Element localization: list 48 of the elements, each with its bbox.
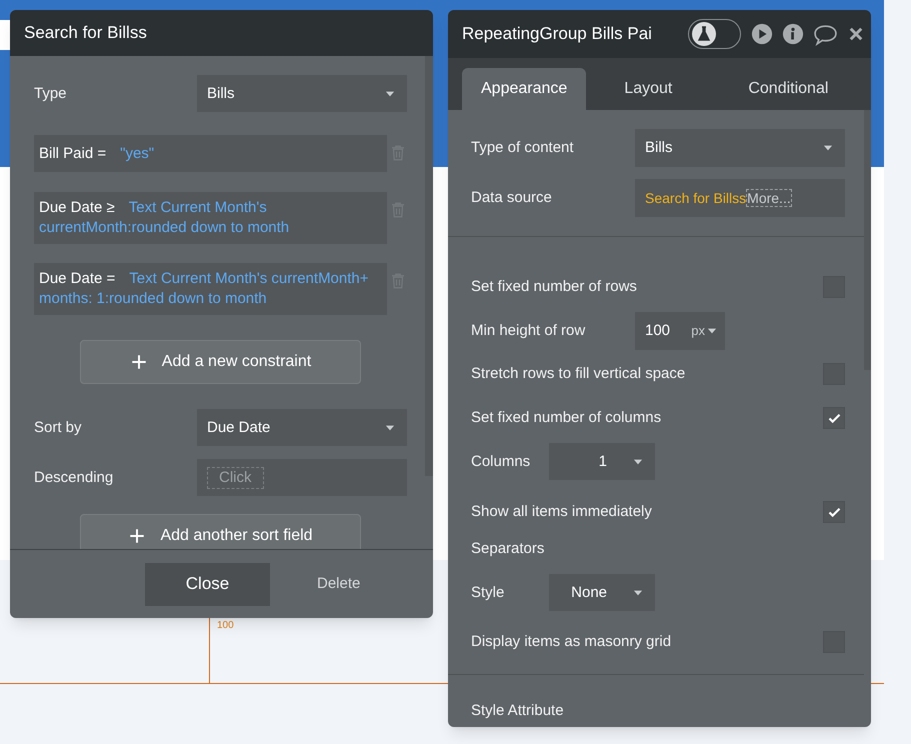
checkbox[interactable] (823, 407, 845, 429)
field-label: Display items as masonry grid (471, 632, 672, 652)
unit-dropdown[interactable]: px (691, 321, 719, 341)
field-label: Set fixed number of rows (471, 277, 637, 297)
plus-icon (130, 353, 148, 371)
delete-button[interactable]: Delete (317, 574, 360, 594)
constraint-field[interactable]: Due Date ≥ Text Current Month's currentMonth:rounded down to month (34, 192, 387, 244)
dropdown[interactable]: 1 (549, 443, 655, 480)
panel-title: RepeatingGroup Bills Pai (462, 24, 653, 44)
field-label: Min height of row (471, 321, 586, 341)
field-label: Columns (471, 452, 532, 472)
plus-icon (128, 527, 146, 545)
value-text: 100 (217, 620, 234, 632)
field-label: Show all items immediately (471, 502, 652, 522)
section-title: Style Attribute (471, 701, 565, 721)
tab[interactable]: Conditional (710, 68, 866, 110)
tab[interactable]: Layout (586, 68, 710, 110)
play-icon[interactable] (751, 23, 773, 45)
tab[interactable]: Appearance (462, 68, 586, 110)
number-field[interactable]: 100 px (635, 312, 725, 350)
field-label: Type of content (471, 138, 575, 158)
scrollbar[interactable] (864, 110, 871, 370)
constraint-field[interactable]: Due Date = Text Current Month's currentMonth+ months: 1:rounded down to month (34, 263, 387, 315)
checkbox[interactable] (823, 501, 845, 523)
add-button[interactable]: Add a new constraint (80, 340, 361, 384)
constraint-field[interactable]: Bill Paid = "yes" (34, 135, 387, 172)
dropdown[interactable]: Bills (635, 129, 845, 167)
dropdown[interactable]: Due Date (197, 409, 407, 446)
field-label: Style (471, 582, 506, 602)
field-label: Separators (471, 539, 544, 559)
panel-title: Search for Billss (24, 23, 147, 43)
field-label: Data source (471, 188, 553, 208)
scrollbar[interactable] (425, 56, 433, 476)
toggle-switch[interactable] (688, 19, 741, 49)
field-label: Type (34, 84, 67, 104)
more-link[interactable]: More... (746, 189, 792, 207)
field-label: Sort by (34, 418, 82, 438)
dropdown[interactable]: Bills (197, 75, 407, 112)
add-button[interactable]: Add another sort field (80, 514, 361, 549)
info-icon[interactable] (782, 23, 804, 45)
field-label: Set fixed number of columns (471, 408, 662, 428)
expression-field[interactable]: Search for BillssMore... (635, 179, 845, 217)
dropdown[interactable]: None (549, 574, 655, 611)
field-label: Descending (34, 468, 114, 488)
close-icon[interactable] (847, 25, 865, 43)
flask-icon (692, 22, 716, 46)
close-button[interactable]: Close (145, 562, 270, 606)
field-label: Stretch rows to fill vertical space (471, 364, 686, 384)
